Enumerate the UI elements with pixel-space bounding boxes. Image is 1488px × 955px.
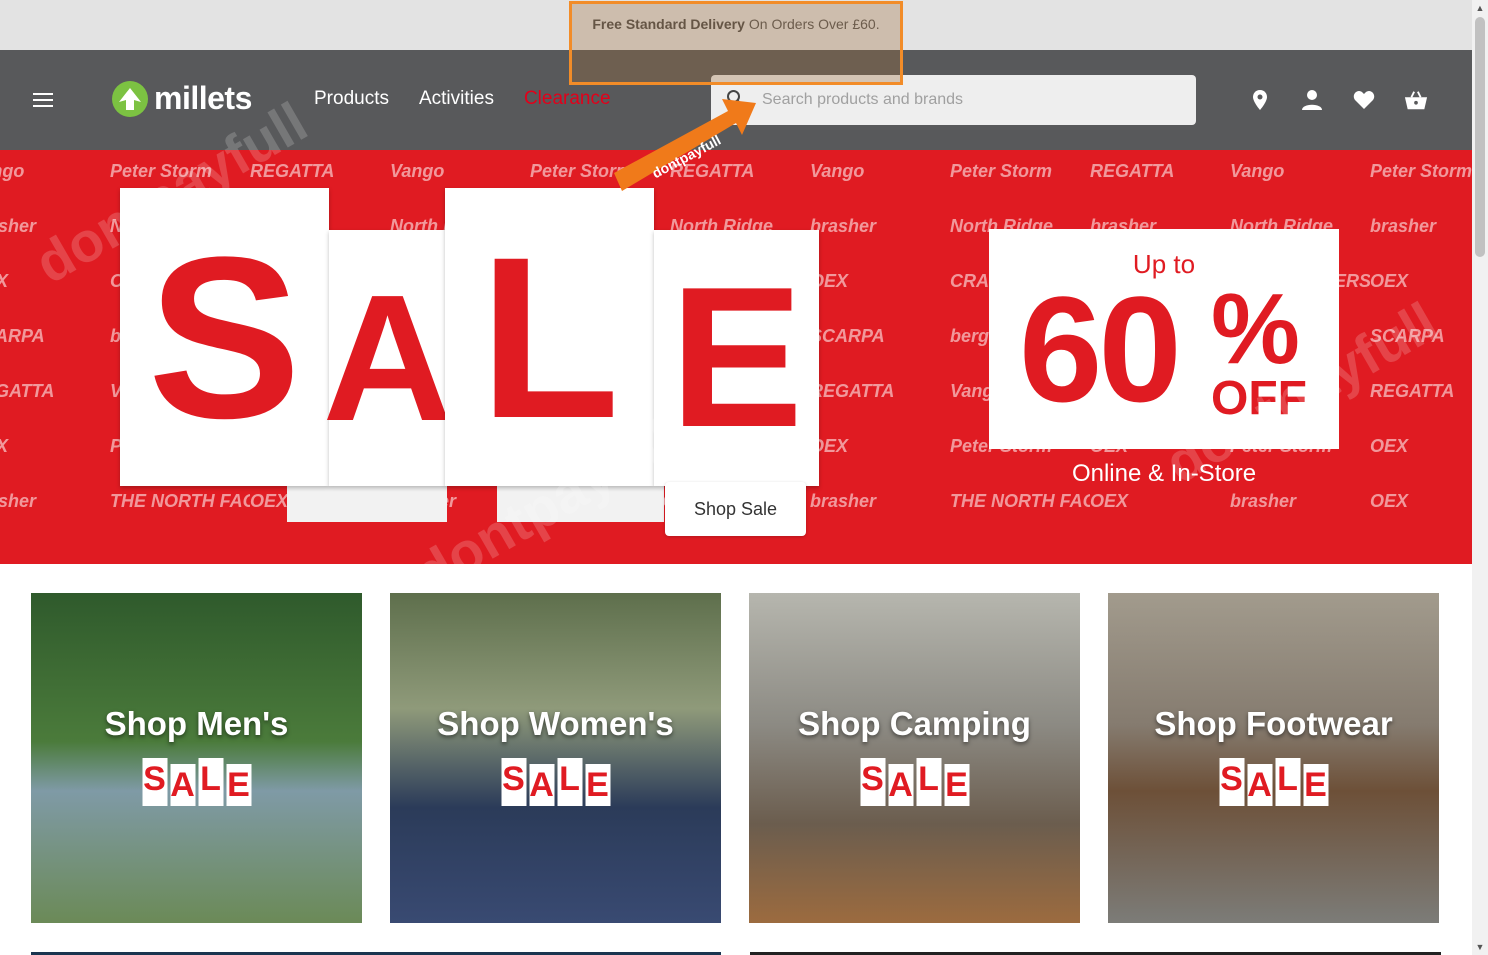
logo-tree-icon	[112, 80, 148, 117]
sale-letter-a: A	[323, 230, 453, 486]
brand-logo-text: THE NORTH FACE	[950, 491, 1090, 511]
brand-logo-text: OEX	[1370, 436, 1409, 456]
brand-logo-text: OEX	[1370, 491, 1409, 511]
category-title: Shop Men's	[104, 705, 289, 742]
dontpayfull-arrow: dontpayfull	[610, 95, 760, 210]
brand-logo-text: OEX	[810, 271, 849, 291]
page-scrollbar[interactable]: ▲ ▼	[1472, 0, 1488, 955]
sale-hero-banner[interactable]: Vango Peter Storm REGATTA Vango Peter Storm R…	[0, 150, 1472, 564]
search-input[interactable]	[762, 91, 1162, 109]
logo-text: millets	[154, 80, 252, 116]
scrollbar-thumb[interactable]	[1475, 17, 1485, 257]
brand-logo-text: Peter Storm	[950, 161, 1053, 181]
brand-logo-text: OEX	[0, 429, 110, 464]
delivery-rest-text: On Orders Over £60.	[748, 16, 880, 32]
delivery-banner[interactable]: Free Standard Delivery On Orders Over £6…	[0, 0, 1472, 50]
category-tile-womens[interactable]: Shop Women's SALE	[390, 593, 721, 923]
sale-badge: SALE	[142, 758, 251, 806]
discount-card: Up to 60 % OFF	[989, 229, 1339, 449]
brand-logo-text: REGATTA	[250, 161, 335, 181]
category-title: Shop Footwear	[1154, 705, 1393, 742]
nav-item-activities[interactable]: Activities	[419, 88, 494, 110]
category-tile-camping[interactable]: Shop Camping SALE	[749, 593, 1080, 923]
brand-logo-text: REGATTA	[0, 381, 55, 401]
nav-item-clearance[interactable]: Clearance	[524, 88, 611, 110]
brand-logo-text: REGATTA	[810, 381, 895, 401]
sale-badge: SALE	[860, 758, 969, 806]
percent-sign: %	[1211, 273, 1300, 385]
category-tile-footwear[interactable]: Shop Footwear SALE	[1108, 593, 1439, 923]
main-nav: Products Activities Clearance	[314, 88, 611, 110]
discount-percent: 60	[1019, 265, 1182, 433]
brand-logo-text: brasher	[0, 216, 37, 236]
brand-logo-text: REGATTA	[1090, 161, 1175, 181]
brand-logo-text: Vango	[390, 161, 445, 181]
account-icon[interactable]	[1300, 88, 1324, 112]
brand-logo-text: Vango	[810, 161, 865, 181]
brand-logo-text: SCARPA	[1370, 326, 1445, 346]
category-tile-mens[interactable]: Shop Men's SALE	[31, 593, 362, 923]
page: Free Standard Delivery On Orders Over £6…	[0, 0, 1488, 955]
category-tiles: Shop Men's SALE Shop Women's SALE Shop C…	[31, 593, 1439, 923]
brand-logo-text: SCARPA	[0, 326, 45, 346]
brand-logo-text: OEX	[810, 436, 849, 456]
site-logo[interactable]: millets	[112, 80, 252, 117]
search-bar[interactable]	[711, 75, 1196, 125]
nav-item-products[interactable]: Products	[314, 88, 389, 110]
delivery-bold-text: Free Standard Delivery	[592, 16, 745, 32]
category-title: Shop Women's	[437, 705, 674, 742]
brand-logo-text: brasher	[1370, 216, 1437, 236]
off-text: OFF	[1211, 372, 1307, 425]
brand-logo-text: OEX	[1090, 491, 1129, 511]
scroll-down-arrow-icon[interactable]: ▼	[1472, 939, 1488, 955]
hamburger-menu-icon[interactable]	[33, 93, 53, 107]
brand-logo-text: Vango	[0, 161, 25, 181]
brand-logo-text: OEX	[1370, 271, 1409, 291]
header-icons	[1248, 88, 1428, 112]
brand-logo-text: SCARPA	[810, 326, 885, 346]
brand-logo-text: brasher	[0, 491, 37, 511]
sale-letter-e: E	[654, 230, 819, 486]
category-title: Shop Camping	[798, 705, 1031, 742]
brand-logo-text: REGATTA	[1370, 381, 1455, 401]
sale-letter-s: S	[120, 188, 329, 486]
location-icon[interactable]	[1248, 88, 1272, 112]
sale-badge: SALE	[501, 758, 610, 806]
brand-logo-text: Vango	[1230, 161, 1285, 181]
brand-logo-text: THE NORTH FACE	[110, 491, 250, 511]
brand-logo-text: Peter Storm	[110, 161, 213, 181]
sale-letter-l: L	[445, 188, 654, 486]
brand-logo-text: brasher	[810, 491, 877, 511]
wishlist-heart-icon[interactable]	[1352, 88, 1376, 112]
basket-icon[interactable]	[1404, 88, 1428, 112]
brand-logo-text: OEX	[0, 264, 110, 299]
sale-badge: SALE	[1219, 758, 1328, 806]
scroll-up-arrow-icon[interactable]: ▲	[1472, 0, 1488, 16]
brand-logo-text: brasher	[810, 216, 877, 236]
brand-logo-text: brasher	[1230, 491, 1297, 511]
online-in-store-text: Online & In-Store	[1071, 460, 1257, 487]
brand-logo-text: Peter Storm	[1370, 161, 1472, 181]
shop-sale-button[interactable]: Shop Sale	[665, 482, 806, 536]
